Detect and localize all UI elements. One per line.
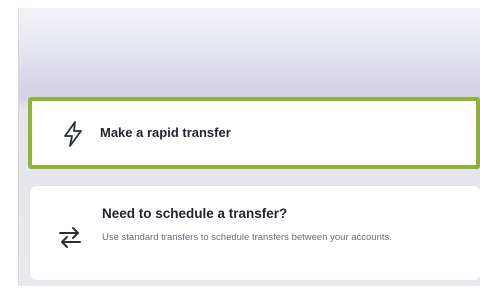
lightning-bolt-icon: [64, 121, 82, 147]
rapid-transfer-option[interactable]: Make a rapid transfer: [28, 97, 480, 169]
schedule-transfer-description: Use standard transfers to schedule trans…: [102, 232, 392, 243]
schedule-transfer-title: Need to schedule a transfer?: [102, 206, 288, 221]
rapid-transfer-label: Make a rapid transfer: [100, 125, 231, 140]
schedule-transfer-option[interactable]: Need to schedule a transfer? Use standar…: [30, 186, 480, 280]
swap-arrows-icon: [59, 227, 81, 248]
